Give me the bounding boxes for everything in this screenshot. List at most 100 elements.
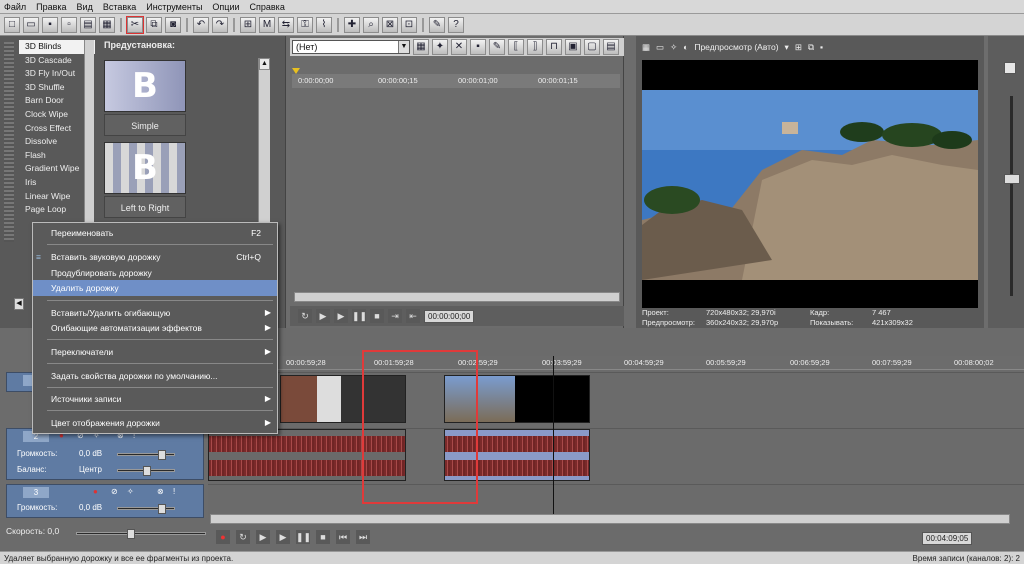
pause-icon[interactable]: ❚❚ (296, 530, 311, 544)
video-track-lane[interactable] (208, 372, 1024, 426)
volume-slider[interactable] (117, 504, 175, 514)
go-to-end-icon[interactable]: ⏭ (356, 530, 370, 544)
ripple-icon[interactable]: ⇆ (278, 16, 294, 33)
speed-slider[interactable] (76, 529, 206, 539)
lock-icon[interactable]: ⚿ (297, 16, 313, 33)
close-icon[interactable]: ✕ (451, 39, 467, 55)
tool-icon[interactable]: ✎ (489, 39, 505, 55)
zoom-icon[interactable]: ⌕ (363, 16, 379, 33)
properties-icon[interactable]: ▦ (642, 42, 650, 53)
trimmer-hscroll[interactable] (294, 292, 620, 302)
slider-knob[interactable] (127, 529, 135, 539)
menu-item-delete-track[interactable]: Удалить дорожку (33, 280, 277, 296)
record-arm-icon[interactable]: ● (93, 487, 98, 496)
timeline-ruler[interactable]: 00:00:59;28 00:01:59;28 00:02:59;29 00:0… (208, 356, 1024, 370)
add-reverse-icon[interactable]: ⇤ (406, 309, 420, 323)
slider-knob[interactable] (158, 450, 166, 460)
play-icon[interactable]: ▶ (276, 530, 290, 544)
scroll-left-icon[interactable]: ◀ (14, 298, 24, 310)
play-icon[interactable]: ▶ (334, 309, 348, 323)
chevron-down-icon[interactable]: ▾ (785, 42, 789, 53)
copy-icon[interactable]: ⧉ (146, 16, 162, 33)
menu-item-insert-audio-track[interactable]: ≡ Вставить звуковую дорожку Ctrl+Q (33, 249, 277, 265)
marker-icon[interactable]: M (259, 16, 275, 33)
menu-options[interactable]: Опции (212, 2, 239, 12)
menu-item-fx-envelopes[interactable]: Огибающие автоматизации эффектов ▶ (33, 320, 277, 336)
grid-icon[interactable]: ⊞ (795, 42, 802, 53)
loop-icon[interactable]: ↻ (298, 309, 312, 323)
stop-icon[interactable]: ■ (316, 530, 330, 544)
menu-item-track-color[interactable]: Цвет отображения дорожки ▶ (33, 415, 277, 431)
track-header-3[interactable]: 3 ● ⊘ ✧ ⊗ ! Громкость: 0,0 dB (6, 484, 204, 518)
view-both-icon[interactable]: ▤ (603, 39, 619, 55)
fx-icon[interactable]: ✧ (127, 487, 134, 496)
menu-item-duplicate-track[interactable]: Продублировать дорожку (33, 265, 277, 281)
select-icon[interactable]: ✚ (344, 16, 360, 33)
timeline-hscroll[interactable] (210, 514, 1010, 524)
envelope-icon[interactable]: ⌇ (316, 16, 332, 33)
audio-track-3-lane[interactable] (208, 484, 1024, 518)
save-icon[interactable]: ▪ (42, 16, 58, 33)
loop-icon[interactable]: ↻ (236, 530, 250, 544)
save-icon[interactable]: ▪ (470, 39, 486, 55)
split-screen-icon[interactable]: ◐ (683, 42, 688, 52)
preset-thumbnail[interactable]: B (104, 60, 186, 112)
render-icon[interactable]: ▤ (80, 16, 96, 33)
trimmer-source-dropdown[interactable]: (Нет) ▼ (292, 40, 410, 54)
trim-icon[interactable]: ⊡ (401, 16, 417, 33)
menu-edit[interactable]: Правка (36, 2, 66, 12)
invert-phase-icon[interactable]: ⊘ (111, 487, 118, 496)
properties-icon[interactable]: ▦ (413, 39, 429, 55)
slider-knob[interactable] (143, 466, 151, 476)
snap-icon[interactable]: ⊞ (240, 16, 256, 33)
region-icon[interactable]: ⊓ (546, 39, 562, 55)
scroll-up-icon[interactable]: ▲ (259, 58, 270, 70)
undo-icon[interactable]: ↶ (193, 16, 209, 33)
menu-item-default-track-properties[interactable]: Задать свойства дорожки по умолчанию... (33, 368, 277, 384)
new-icon[interactable]: □ (4, 16, 20, 33)
copy-snapshot-icon[interactable]: ⧉ (808, 42, 814, 53)
chevron-down-icon[interactable]: ▼ (398, 41, 409, 53)
menu-help[interactable]: Справка (250, 2, 285, 12)
playhead-marker-icon[interactable] (292, 68, 300, 74)
view-audio-icon[interactable]: ▢ (584, 39, 600, 55)
wand-icon[interactable]: ✦ (432, 39, 448, 55)
volume-slider[interactable] (117, 450, 175, 460)
list-scrollbar[interactable] (84, 40, 94, 230)
stop-icon[interactable]: ■ (370, 309, 384, 323)
menu-file[interactable]: Файл (4, 2, 26, 12)
save-as-icon[interactable]: ▫ (61, 16, 77, 33)
menu-view[interactable]: Вид (77, 2, 93, 12)
open-icon[interactable]: ▭ (23, 16, 39, 33)
playhead-line[interactable] (553, 356, 554, 518)
master-fader-knob[interactable] (1004, 174, 1020, 184)
preset-thumbnail[interactable]: B (104, 142, 186, 194)
record-icon[interactable]: ● (216, 530, 230, 544)
menu-item-rename[interactable]: Переименовать F2 (33, 225, 277, 241)
preview-mode[interactable]: Предпросмотр (Авто) (694, 42, 778, 52)
out-point-icon[interactable]: ⟧ (527, 39, 543, 55)
save-snapshot-icon[interactable]: ▪ (820, 42, 823, 52)
menu-item-switches[interactable]: Переключатели ▶ (33, 344, 277, 360)
paste-icon[interactable]: ◙ (165, 16, 181, 33)
in-point-icon[interactable]: ⟦ (508, 39, 524, 55)
track-header-2[interactable]: 2 ● ⊘ ✧ ⊗ ! Громкость: 0,0 dB Баланс: Це… (6, 428, 204, 480)
pan-slider[interactable] (117, 466, 175, 476)
mixer-button[interactable] (1004, 62, 1016, 74)
slider-knob[interactable] (158, 504, 166, 514)
play-from-start-icon[interactable]: ▶ (256, 530, 270, 544)
go-to-start-icon[interactable]: ⏮ (336, 530, 350, 544)
menu-item-record-sources[interactable]: Источники записи ▶ (33, 391, 277, 407)
redo-icon[interactable]: ↷ (212, 16, 228, 33)
pause-icon[interactable]: ❚❚ (352, 309, 367, 323)
menu-item-insert-envelope[interactable]: Вставить/Удалить огибающую ▶ (33, 305, 277, 321)
brush-icon[interactable]: ✎ (429, 16, 445, 33)
menu-tools[interactable]: Инструменты (146, 2, 202, 12)
properties-icon[interactable]: ▦ (99, 16, 115, 33)
solo-icon[interactable]: ! (173, 487, 175, 496)
menu-insert[interactable]: Вставка (103, 2, 136, 12)
cut-icon[interactable]: ✂ (126, 15, 144, 34)
mute-icon[interactable]: ⊗ (157, 487, 164, 496)
help-icon[interactable]: ? (448, 16, 464, 33)
view-video-icon[interactable]: ▣ (565, 39, 581, 55)
